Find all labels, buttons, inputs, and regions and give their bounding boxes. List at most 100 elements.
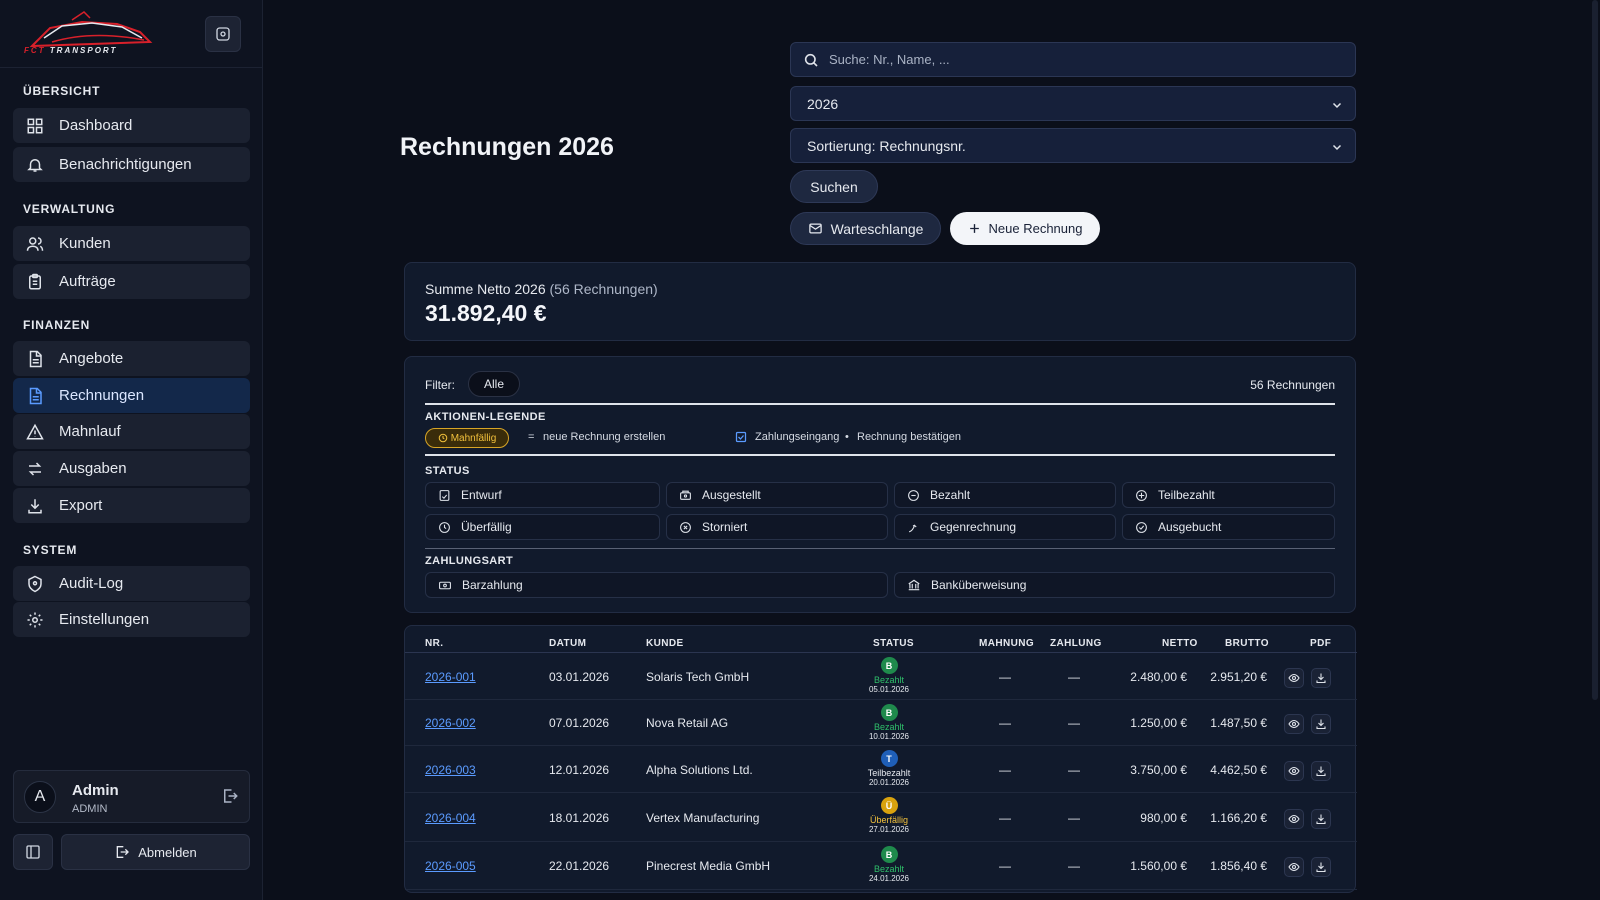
invoice-date: 22.01.2026 xyxy=(549,859,610,873)
sidebar-item-orders[interactable]: Aufträge xyxy=(13,264,250,299)
payment-chip-bank[interactable]: Banküberweisung xyxy=(894,572,1335,598)
download-icon xyxy=(1316,766,1326,777)
sidebar-item-customers[interactable]: Kunden xyxy=(13,226,250,261)
eye-icon xyxy=(1288,814,1300,824)
arrows-exchange-icon xyxy=(25,459,45,479)
settings-gear-button[interactable] xyxy=(205,16,241,52)
sidebar-item-label: Aufträge xyxy=(59,273,116,290)
status-date: 24.01.2026 xyxy=(868,874,910,883)
download-pdf-button[interactable] xyxy=(1311,809,1331,829)
view-pdf-button[interactable] xyxy=(1284,809,1304,829)
logout-icon-button[interactable] xyxy=(221,787,239,805)
clock-icon xyxy=(438,433,447,443)
column-header-pdf: PDF xyxy=(1310,638,1332,649)
column-header-dunning: MAHNUNG xyxy=(979,638,1035,649)
sidebar-item-export[interactable]: Export xyxy=(13,488,250,523)
status-chip-teilbezahlt[interactable]: Teilbezahlt xyxy=(1122,482,1335,508)
scrollbar[interactable] xyxy=(1592,0,1598,700)
status-date: 20.01.2026 xyxy=(868,778,910,787)
status-chip-ueberfaellig[interactable]: Überfällig xyxy=(425,514,660,540)
status-chip-bezahlt[interactable]: Bezahlt xyxy=(894,482,1116,508)
sort-select-value: Sortierung: Rechnungsnr. xyxy=(807,137,966,154)
new-invoice-button[interactable]: Neue Rechnung xyxy=(950,212,1100,245)
column-header-nr: NR. xyxy=(425,638,444,649)
download-pdf-button[interactable] xyxy=(1311,761,1331,781)
download-icon xyxy=(1316,862,1326,873)
view-pdf-button[interactable] xyxy=(1284,668,1304,688)
status-chip-entwurf[interactable]: Entwurf xyxy=(425,482,660,508)
customer-name: Solaris Tech GmbH xyxy=(646,670,750,684)
sidebar-toggle-icon xyxy=(26,845,40,859)
download-icon xyxy=(1316,673,1326,684)
status-chip-storniert[interactable]: Storniert xyxy=(666,514,888,540)
view-pdf-button[interactable] xyxy=(1284,761,1304,781)
divider xyxy=(425,548,1335,549)
status-chip-gegenrechnung[interactable]: Gegenrechnung xyxy=(894,514,1116,540)
view-pdf-button[interactable] xyxy=(1284,714,1304,734)
logout-button[interactable]: Abmelden xyxy=(61,834,250,870)
status-chip-ausgebucht[interactable]: Ausgebucht xyxy=(1122,514,1335,540)
status-chip-ausgestellt[interactable]: Ausgestellt xyxy=(666,482,888,508)
download-pdf-button[interactable] xyxy=(1311,668,1331,688)
new-invoice-label: Neue Rechnung xyxy=(988,221,1083,236)
dunning-value: — xyxy=(999,811,1011,825)
sidebar-item-audit[interactable]: Audit-Log xyxy=(13,566,250,601)
sidebar-item-dunning[interactable]: Mahnlauf xyxy=(13,414,250,449)
column-header-customer: KUNDE xyxy=(646,638,684,649)
payment-chip-cash[interactable]: Barzahlung xyxy=(425,572,888,598)
queue-button[interactable]: Warteschlange xyxy=(790,212,941,245)
search-field[interactable] xyxy=(790,42,1356,77)
user-name: Admin xyxy=(72,782,119,799)
search-input[interactable] xyxy=(829,52,1329,67)
download-pdf-button[interactable] xyxy=(1311,714,1331,734)
invoice-number-link[interactable]: 2026-004 xyxy=(425,811,476,825)
table-row: 2026-001 03.01.2026 Solaris Tech GmbH B Beza… xyxy=(405,653,1357,700)
gross-amount: 1.856,40 € xyxy=(1210,859,1267,873)
download-icon xyxy=(1316,719,1326,730)
invoice-date: 03.01.2026 xyxy=(549,670,610,684)
brand-name: FCT TRANSPORT xyxy=(24,46,118,55)
sidebar-item-notifications[interactable]: Benachrichtigungen xyxy=(13,147,250,182)
download-pdf-button[interactable] xyxy=(1311,857,1331,877)
invoice-number-link[interactable]: 2026-005 xyxy=(425,859,476,873)
gross-amount: 1.166,20 € xyxy=(1210,811,1267,825)
view-pdf-button[interactable] xyxy=(1284,857,1304,877)
draft-icon xyxy=(439,489,450,501)
section-finance: FINANZEN xyxy=(23,318,91,332)
stamp-icon xyxy=(680,490,691,500)
filter-all-pill[interactable]: Alle xyxy=(468,371,520,397)
sidebar-item-expenses[interactable]: Ausgaben xyxy=(13,451,250,486)
eye-icon xyxy=(1288,673,1300,683)
invoice-number-link[interactable]: 2026-001 xyxy=(425,670,476,684)
queue-button-label: Warteschlange xyxy=(830,220,924,237)
sidebar-item-invoices[interactable]: Rechnungen xyxy=(13,378,250,413)
status-letter: B xyxy=(880,657,898,674)
net-amount: 980,00 € xyxy=(1140,811,1187,825)
invoice-number-link[interactable]: 2026-002 xyxy=(425,716,476,730)
summary-card: Summe Netto 2026 (56 Rechnungen) 31.892,… xyxy=(404,262,1356,341)
invoice-icon xyxy=(25,386,45,406)
year-select-value: 2026 xyxy=(807,95,839,112)
chevron-down-icon xyxy=(1332,102,1342,109)
column-header-net: NETTO xyxy=(1162,638,1198,649)
status-indicator: B Bezahlt 05.01.2026 xyxy=(854,657,924,694)
logout-icon xyxy=(224,789,238,803)
year-select[interactable]: 2026 xyxy=(790,86,1356,121)
collapse-sidebar-button[interactable] xyxy=(13,834,53,870)
customer-name: Alpha Solutions Ltd. xyxy=(646,763,753,777)
status-title: STATUS xyxy=(425,465,470,477)
sidebar-item-label: Audit-Log xyxy=(59,575,124,592)
search-button-label: Suchen xyxy=(810,178,858,195)
sidebar-item-offers[interactable]: Angebote xyxy=(13,341,250,376)
sidebar-item-settings[interactable]: Einstellungen xyxy=(13,602,250,637)
search-button[interactable]: Suchen xyxy=(790,170,878,203)
column-header-status: STATUS xyxy=(873,638,914,649)
written-off-icon xyxy=(1136,521,1147,533)
customer-name: Vertex Manufacturing xyxy=(646,811,760,825)
download-icon xyxy=(25,496,45,516)
column-header-payment: ZAHLUNG xyxy=(1050,638,1102,649)
invoice-number-link[interactable]: 2026-003 xyxy=(425,763,476,777)
paid-icon xyxy=(908,489,919,501)
sort-select[interactable]: Sortierung: Rechnungsnr. xyxy=(790,128,1356,163)
sidebar-item-dashboard[interactable]: Dashboard xyxy=(13,108,250,143)
